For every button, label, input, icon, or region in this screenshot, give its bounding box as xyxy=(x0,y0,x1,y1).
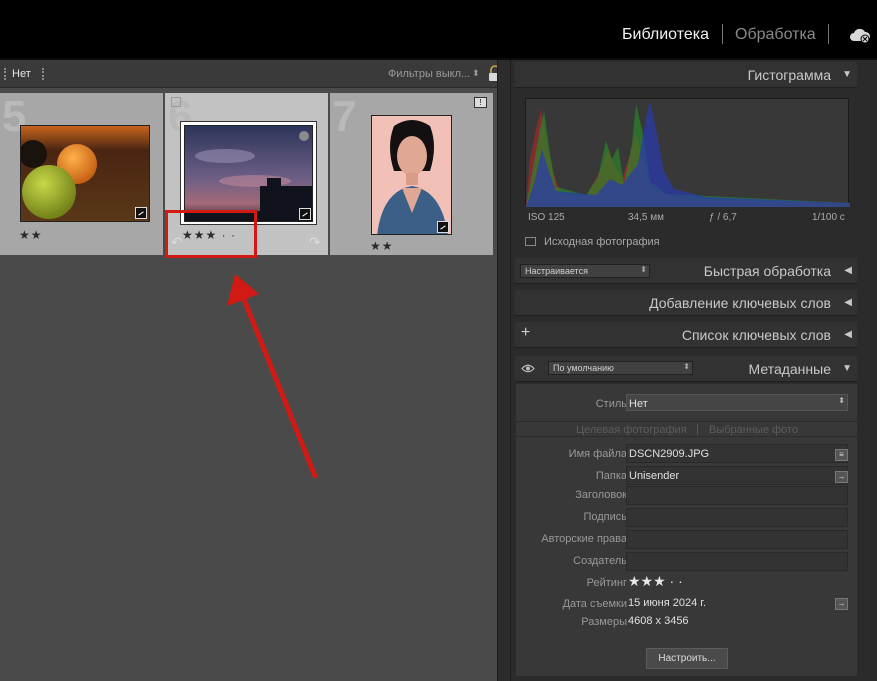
title-field[interactable] xyxy=(626,486,848,505)
go-to-date-icon[interactable]: → xyxy=(835,598,848,610)
warning-icon: ! xyxy=(474,97,487,108)
edited-badge-icon xyxy=(437,221,449,233)
panel-title: Добавление ключевых слов xyxy=(649,295,831,311)
folder-field[interactable]: Unisender xyxy=(626,466,848,485)
cell-index: 7 xyxy=(332,92,357,141)
metadata-preset-select[interactable]: По умолчанию ⬍ xyxy=(548,361,693,375)
field-label: Подпись xyxy=(583,511,627,523)
metadata-target-tabs: Целевая фотография Выбранные фото xyxy=(516,421,857,437)
configure-button[interactable]: Настроить... xyxy=(646,648,728,669)
creator-field[interactable] xyxy=(626,552,848,571)
module-separator xyxy=(828,24,829,44)
rotate-right-icon[interactable]: ↷ xyxy=(309,234,321,251)
filename-field[interactable]: DSCN2909.JPG xyxy=(626,444,848,463)
copyright-field[interactable] xyxy=(626,530,848,549)
filter-preset-select[interactable]: Фильтры выкл... xyxy=(388,68,470,80)
library-filter-bar: Нет Фильтры выкл... ⬍ xyxy=(0,60,510,88)
photo-thumbnail[interactable] xyxy=(371,115,452,235)
panel-title: Список ключевых слов xyxy=(681,327,831,343)
histogram-shutter: 1/100 с xyxy=(812,212,845,223)
dimensions-value: 4608 x 3456 xyxy=(628,615,689,627)
capture-date-value: 15 июня 2024 г. xyxy=(628,597,707,609)
field-label: Размеры xyxy=(581,616,627,628)
style-label: Стиль xyxy=(595,398,627,410)
quick-collection-dot-icon[interactable] xyxy=(299,131,309,141)
list-icon[interactable]: ≡ xyxy=(835,449,848,461)
histogram-aperture: ƒ / 6,7 xyxy=(709,212,737,223)
thumbnail-rating[interactable]: ★★ xyxy=(19,228,43,242)
expand-triangle-icon[interactable]: ◀ xyxy=(844,329,852,340)
module-picker: Библиотека Обработка xyxy=(0,0,877,58)
expand-triangle-icon[interactable]: ◀ xyxy=(844,265,852,276)
lightroom-window: Библиотека Обработка Нет Фильтры выкл...… xyxy=(0,0,877,681)
panel-title: Быстрая обработка xyxy=(703,263,831,279)
field-label: Рейтинг xyxy=(586,577,627,589)
field-label: Авторские права xyxy=(541,533,627,545)
thumbnail-rating[interactable]: ★★ xyxy=(370,239,394,253)
field-label: Заголовок xyxy=(575,489,627,501)
panel-title: Гистограмма xyxy=(747,67,831,83)
module-library[interactable]: Библиотека xyxy=(622,26,709,44)
histogram-focal-length: 34,5 мм xyxy=(628,212,664,223)
edited-badge-icon xyxy=(135,207,147,219)
collapse-triangle-icon[interactable]: ▼ xyxy=(842,69,852,80)
select-arrows-icon[interactable]: ⬍ xyxy=(472,68,480,79)
module-develop[interactable]: Обработка xyxy=(735,26,816,44)
grid-cell[interactable]: 7 ! ★★ xyxy=(330,93,493,255)
original-photo-checkbox[interactable] xyxy=(525,237,536,246)
grip-dots-icon xyxy=(4,68,6,80)
eye-icon[interactable] xyxy=(521,364,535,373)
edited-badge-icon xyxy=(299,208,311,220)
field-label: Создатель xyxy=(573,555,627,567)
panel-title: Метаданные xyxy=(748,361,831,377)
annotation-arrow-icon xyxy=(227,274,318,479)
keyword-list-header[interactable]: + Список ключевых слов ◀ xyxy=(515,322,857,348)
annotation-highlight-box xyxy=(165,210,257,258)
histogram-header[interactable]: Гистограмма ▼ xyxy=(515,62,857,88)
field-label: Дата съемки xyxy=(562,598,627,610)
original-photo-label: Исходная фотография xyxy=(544,236,660,248)
expand-triangle-icon[interactable]: ◀ xyxy=(844,297,852,308)
flag-filter-value[interactable]: Нет xyxy=(12,68,31,80)
module-separator xyxy=(722,24,723,44)
field-label: Папка xyxy=(595,470,627,482)
grip-dots-icon xyxy=(42,68,44,80)
add-keyword-icon[interactable]: + xyxy=(521,324,530,342)
tab-selected-photos[interactable]: Выбранные фото xyxy=(709,424,798,436)
keywording-header[interactable]: Добавление ключевых слов ◀ xyxy=(515,290,857,316)
tab-target-photo[interactable]: Целевая фотография xyxy=(576,424,687,436)
saved-preset-select[interactable]: Настраивается ⬍ xyxy=(520,264,650,278)
photo-thumbnail[interactable] xyxy=(184,125,313,222)
collapse-triangle-icon[interactable]: ▼ xyxy=(842,363,852,374)
style-select[interactable]: Нет ⬍ xyxy=(626,394,848,411)
histogram-iso: ISO 125 xyxy=(528,212,565,223)
grid-cell[interactable]: 5 ★★ xyxy=(0,93,163,255)
photo-thumbnail[interactable] xyxy=(20,125,150,222)
histogram-graph xyxy=(525,98,850,207)
field-label: Имя файла xyxy=(568,448,627,460)
flag-icon[interactable] xyxy=(171,97,181,107)
cloud-sync-icon[interactable] xyxy=(849,26,871,44)
go-to-folder-icon[interactable]: → xyxy=(835,471,848,483)
caption-field[interactable] xyxy=(626,508,848,527)
rating-stars[interactable]: ★★★ · · xyxy=(626,573,848,592)
